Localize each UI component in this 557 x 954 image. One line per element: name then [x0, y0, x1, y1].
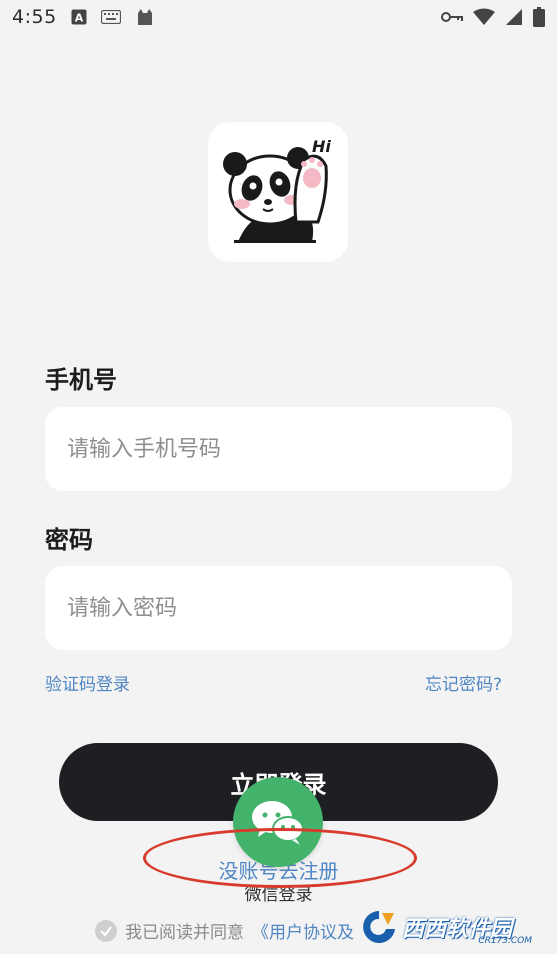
- wechat-login-button[interactable]: [233, 777, 323, 867]
- password-label: 密码: [45, 526, 93, 554]
- agreement-row[interactable]: 我已阅读并同意 《用户协议及: [95, 918, 354, 943]
- check-icon: [100, 925, 112, 937]
- wechat-icon: [252, 801, 304, 845]
- wifi-icon: [473, 8, 495, 26]
- cat-icon: [135, 7, 155, 27]
- watermark-logo-icon: [363, 911, 395, 943]
- agreement-checkbox[interactable]: [95, 919, 117, 942]
- phone-input[interactable]: [65, 435, 492, 463]
- watermark-site: CR173.COM: [478, 936, 532, 946]
- keyboard-a-icon: A: [71, 9, 87, 25]
- site-watermark: 西西软件园 CR173.COM: [360, 906, 538, 948]
- panda-hi-icon: Hi: [223, 137, 331, 243]
- battery-icon: [533, 7, 545, 27]
- phone-input-container[interactable]: [45, 407, 512, 491]
- signal-icon: [505, 8, 523, 26]
- sms-login-link[interactable]: 验证码登录: [45, 670, 130, 695]
- keyboard-icon: [100, 10, 121, 24]
- password-input[interactable]: [65, 594, 492, 622]
- svg-text:A: A: [74, 12, 83, 25]
- wechat-login-label: 微信登录: [244, 885, 313, 905]
- app-logo: Hi: [208, 122, 348, 262]
- user-agreement-link[interactable]: 《用户协议及: [252, 918, 354, 943]
- svg-text:Hi: Hi: [312, 137, 331, 156]
- status-time: 4:55: [12, 6, 57, 28]
- forgot-password-link[interactable]: 忘记密码?: [425, 670, 502, 695]
- vpn-key-icon: [441, 11, 463, 23]
- status-bar: 4:55 A: [0, 0, 557, 34]
- agreement-prefix: 我已阅读并同意: [125, 923, 244, 943]
- password-input-container[interactable]: [45, 566, 512, 650]
- phone-label: 手机号: [45, 366, 117, 394]
